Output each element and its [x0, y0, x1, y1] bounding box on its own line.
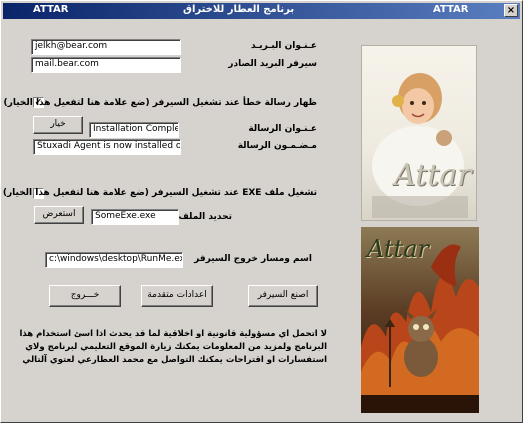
title-left: ATTAR	[33, 4, 69, 15]
email-label: عـنـوان البـريـد	[251, 41, 317, 51]
advanced-settings-button[interactable]: اعدادات متقدمة	[141, 285, 213, 307]
child-portrait-icon	[372, 73, 468, 218]
message-body-label: مـضـمـون الرسالة	[237, 141, 317, 151]
title-right: ATTAR	[433, 4, 469, 15]
output-path-field[interactable]: c:\windows\desktop\RunMe.exe	[45, 252, 183, 268]
title-bar[interactable]: ATTAR برنامج العطار للاختراق ATTAR ×	[3, 3, 520, 19]
output-path-label: اسم ومسار خروج السيرفر	[194, 254, 312, 264]
bind-file-label: تحديد الملف	[178, 212, 232, 222]
browse-button[interactable]: استعرض	[34, 206, 84, 224]
close-button[interactable]: ×	[504, 4, 518, 17]
message-title-label: عـنـوان الرسالة	[248, 124, 317, 134]
disclaimer-line-1: لا اتحمل اي مسؤولية قانونية او اخلاقية ل…	[19, 329, 327, 339]
create-server-button[interactable]: اصنع السيرفر	[248, 285, 318, 307]
bottom-attar-picture: Attar	[361, 227, 479, 413]
main-window: ATTAR برنامج العطار للاختراق ATTAR × jel…	[0, 0, 523, 423]
email-field[interactable]: jelkh@bear.com	[31, 39, 181, 55]
smtp-field[interactable]: mail.bear.com	[31, 57, 181, 73]
message-title-field[interactable]: Installation Complete	[89, 122, 179, 138]
smtp-label: سيرفر البريد الصادر	[228, 59, 317, 69]
choose-message-button[interactable]: خيار	[33, 116, 83, 134]
disclaimer-line-3: استفسارات او اقتراحات يمكنك التواصل مع م…	[22, 355, 327, 365]
close-icon: ×	[506, 5, 516, 16]
exit-button[interactable]: خـــروج	[49, 285, 121, 307]
window-title: برنامج العطار للاختراق	[183, 4, 295, 15]
bind-file-field[interactable]: SomeExe.exe	[91, 209, 179, 225]
message-body-field[interactable]: Stuxadi Agent is now installed on yo	[33, 139, 181, 155]
bottom-logo-text: Attar	[367, 235, 429, 263]
disclaimer-line-2: البرنامج ولمزيد من المعلومات يمكنك زيارة…	[25, 342, 327, 352]
top-logo-text: Attar	[394, 158, 472, 193]
bind-exe-label: تشغيل ملف EXE عند تشغيل السيرفر (ضع علام…	[2, 188, 317, 198]
show-error-label: ظهار رسالة خطأ عند تشغيل السيرفر (ضع علا…	[3, 98, 317, 108]
top-attar-picture: Attar	[361, 45, 477, 221]
